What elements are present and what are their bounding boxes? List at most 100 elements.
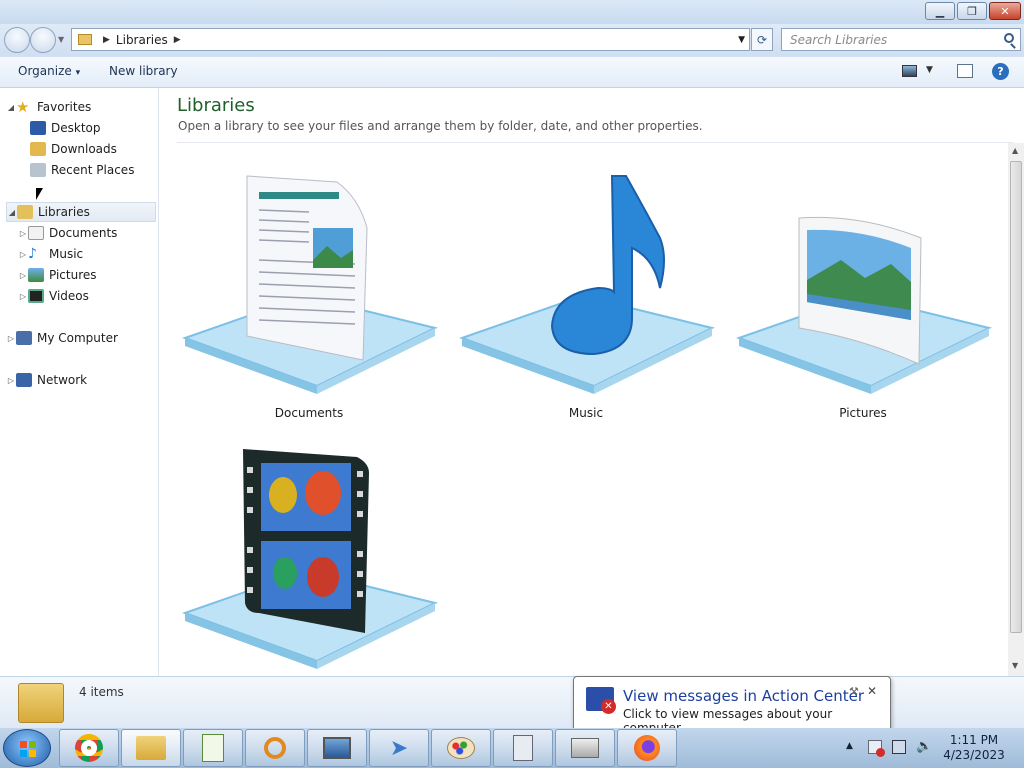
folder-icon	[78, 34, 92, 45]
library-folder-icon	[18, 683, 64, 723]
sidebar-label: Music	[49, 247, 84, 261]
sidebar-label: Libraries	[38, 205, 90, 219]
start-button[interactable]	[3, 729, 51, 767]
scroll-down-icon[interactable]: ▼	[1012, 661, 1018, 670]
taskbar: ➤ ▲ 🔈 1:11 PM 4/23/2023	[0, 728, 1024, 768]
sidebar-item-computer[interactable]: ▷ My Computer	[6, 328, 163, 348]
expand-icon[interactable]: ▷	[6, 334, 16, 343]
sidebar-label: Favorites	[37, 100, 92, 114]
help-icon[interactable]: ?	[992, 63, 1009, 80]
music-icon: ♪	[28, 246, 37, 262]
restore-icon: ❐	[967, 4, 977, 18]
address-bar[interactable]: ▶ Libraries ▶ ▼	[71, 28, 750, 51]
sidebar-label: Pictures	[49, 268, 97, 282]
recent-pages-icon[interactable]: ▼	[58, 35, 64, 44]
search-icon[interactable]	[1004, 33, 1014, 43]
sidebar-item-videos[interactable]: ▷ Videos	[18, 286, 175, 306]
expand-icon[interactable]: ▷	[6, 376, 16, 385]
desktop-icon	[30, 121, 46, 135]
forward-button[interactable]	[30, 27, 56, 53]
view-options-icon[interactable]: ▼	[926, 65, 933, 75]
explorer-icon	[136, 736, 166, 760]
music-library-icon	[459, 175, 715, 394]
expand-icon[interactable]: ▷	[18, 271, 28, 280]
taskbar-search[interactable]	[245, 729, 305, 767]
collapse-icon[interactable]: ◢	[7, 208, 17, 217]
sidebar-item-network[interactable]: ▷ Network	[6, 370, 163, 390]
taskbar-notepad[interactable]	[183, 729, 243, 767]
monitor-icon	[323, 737, 351, 759]
library-music[interactable]: Music	[454, 88, 718, 420]
sidebar-label: Network	[37, 373, 88, 387]
sidebar-item-music[interactable]: ▷ ♪ Music	[18, 244, 175, 264]
explorer-window: ▁ ❐ ✕ ▼ ▶ Libraries ▶ ▼ ⟳ Search Librari…	[0, 0, 1024, 728]
taskbar-mail[interactable]: ➤	[369, 729, 429, 767]
chevron-right-icon[interactable]: ▶	[174, 35, 181, 45]
refresh-icon: ⟳	[756, 32, 768, 47]
clock[interactable]: 1:11 PM 4/23/2023	[934, 733, 1014, 763]
minimize-button[interactable]: ▁	[925, 2, 955, 20]
address-dropdown-icon[interactable]: ▼	[738, 35, 745, 45]
star-icon: ★	[16, 98, 30, 116]
downloads-icon	[30, 142, 46, 156]
library-pictures[interactable]: Pictures	[731, 88, 995, 420]
search-icon	[264, 737, 286, 759]
vertical-scrollbar[interactable]: ▲ ▼	[1008, 143, 1024, 676]
close-icon: ✕	[1000, 4, 1010, 18]
scroll-thumb[interactable]	[1010, 161, 1022, 633]
calculator-icon	[513, 735, 533, 761]
taskbar-paint[interactable]	[431, 729, 491, 767]
notepad-icon	[202, 734, 224, 762]
library-videos[interactable]	[177, 363, 441, 669]
restore-button[interactable]: ❐	[957, 2, 987, 20]
address-path[interactable]: Libraries	[116, 33, 168, 47]
sidebar-label: Recent Places	[51, 163, 135, 177]
show-hidden-icons[interactable]: ▲	[846, 741, 853, 751]
expand-icon[interactable]: ▷	[18, 292, 28, 301]
sidebar-item-pictures[interactable]: ▷ Pictures	[18, 265, 175, 285]
printer-icon	[571, 738, 599, 758]
taskbar-chrome[interactable]	[59, 729, 119, 767]
library-documents[interactable]: Documents	[177, 88, 441, 420]
expand-icon[interactable]: ▷	[18, 229, 28, 238]
sidebar-label: Desktop	[51, 121, 101, 135]
organize-button[interactable]: Organize ▾	[18, 64, 80, 78]
chevron-right-icon[interactable]: ▶	[103, 35, 110, 45]
taskbar-printer[interactable]	[555, 729, 615, 767]
collapse-icon[interactable]: ◢	[6, 103, 16, 112]
computer-icon	[16, 331, 32, 345]
chevron-down-icon: ▾	[75, 68, 81, 78]
item-count: 4 items	[79, 685, 124, 699]
sidebar-item-favorites[interactable]: ◢ ★ Favorites	[6, 97, 163, 117]
clock-date: 4/23/2023	[943, 748, 1005, 762]
wrench-icon[interactable]: ⚒	[849, 685, 859, 698]
close-icon[interactable]: ✕	[867, 684, 877, 698]
sidebar-label: Downloads	[51, 142, 117, 156]
error-badge-icon	[876, 748, 885, 757]
windows-logo-icon	[20, 741, 36, 757]
taskbar-explorer[interactable]	[121, 729, 181, 767]
refresh-button[interactable]: ⟳	[751, 28, 773, 51]
taskbar-monitor[interactable]	[307, 729, 367, 767]
action-center-notification[interactable]: ✕ View messages in Action Center Click t…	[573, 676, 891, 735]
sidebar-item-libraries[interactable]: ◢ Libraries	[6, 202, 156, 222]
back-button[interactable]	[4, 27, 30, 53]
close-button[interactable]: ✕	[989, 2, 1021, 20]
recent-places-icon	[30, 163, 46, 177]
taskbar-calculator[interactable]	[493, 729, 553, 767]
notification-title[interactable]: View messages in Action Center	[623, 687, 864, 705]
libraries-icon	[17, 205, 33, 219]
view-icon[interactable]	[902, 65, 917, 77]
volume-muted-icon[interactable]: 🔈	[916, 739, 932, 754]
scroll-up-icon[interactable]: ▲	[1012, 146, 1018, 155]
sidebar-item-documents[interactable]: ▷ Documents	[18, 223, 175, 243]
new-library-button[interactable]: New library	[109, 64, 178, 78]
navigation-pane: ◢ ★ Favorites Desktop Downloads Recent P…	[0, 88, 159, 676]
network-status-icon[interactable]	[892, 740, 906, 754]
search-input[interactable]: Search Libraries	[781, 28, 1021, 51]
expand-icon[interactable]: ▷	[18, 250, 28, 259]
address-row: ▼ ▶ Libraries ▶ ▼ ⟳ Search Libraries	[0, 24, 1024, 57]
preview-pane-icon[interactable]	[957, 64, 973, 78]
taskbar-firefox[interactable]	[617, 729, 677, 767]
paint-icon	[447, 737, 475, 759]
